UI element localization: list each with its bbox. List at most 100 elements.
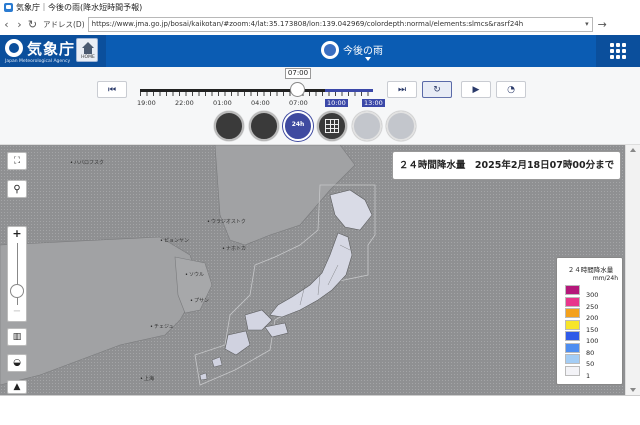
window-title: 気象庁｜今後の雨(降水短時間予報): [16, 2, 143, 12]
tick-label: 19:00: [137, 99, 156, 107]
legend-swatch: [565, 331, 580, 341]
layer-button-label: 24h: [291, 121, 305, 128]
locate-button[interactable]: ⚲: [7, 180, 27, 198]
map-layers-button[interactable]: ▥: [7, 328, 27, 346]
home-label: HOME: [81, 55, 95, 60]
refresh-icon: ↻: [433, 84, 441, 95]
legend-unit: mm/24h: [592, 275, 618, 282]
browser-window: 気象庁｜今後の雨(降水短時間予報) ‹ › ↻ アドレス(D) https://…: [0, 0, 640, 425]
map-label-city: ハバロフスク: [70, 159, 104, 166]
layer-button-grid[interactable]: [317, 111, 347, 141]
page-title[interactable]: 今後の雨: [343, 42, 383, 57]
zoom-in-button[interactable]: +: [8, 227, 26, 240]
fullscreen-button[interactable]: ⛶: [7, 152, 27, 170]
legend-value: 100: [586, 337, 599, 345]
map-icon: ▥: [12, 332, 22, 342]
logo-text[interactable]: 気象庁: [27, 38, 75, 59]
legend-swatch: [565, 285, 580, 295]
time-slider-handle[interactable]: [290, 82, 305, 97]
tick-label: 22:00: [175, 99, 194, 107]
legend-swatch: [565, 308, 580, 318]
home-button[interactable]: HOME: [76, 38, 98, 62]
layer-button-24h-rain[interactable]: 24h: [283, 111, 313, 141]
site-header: 気象庁 Japan Meteorological Agency HOME 今後の…: [0, 35, 640, 67]
back-button[interactable]: ‹: [0, 18, 13, 31]
mountain-icon: ▲: [13, 382, 21, 392]
legend-value: 150: [586, 325, 599, 334]
grid-icon: [325, 119, 339, 133]
legend-value: 200: [586, 314, 599, 322]
app-icon: [4, 2, 13, 12]
precipitation-map[interactable]: ハバロフスク ウラジオストク ピョンヤン ナホトカ ソウル プサン チェジュ 上…: [0, 145, 625, 395]
legend-value: 250: [586, 302, 599, 311]
logo-subtitle: Japan Meteorological Agency: [5, 59, 71, 64]
chevron-down-icon[interactable]: [365, 57, 371, 61]
terrain-button[interactable]: ▲: [7, 380, 27, 394]
legend-title: ２４時間降水量: [567, 266, 614, 274]
layer-button-snowfall: [386, 111, 416, 141]
last-frame-button[interactable]: ⏭: [387, 81, 417, 98]
status-bar: [0, 395, 640, 425]
location-pin-icon: ⚲: [13, 183, 21, 195]
rain-cloud-icon[interactable]: [321, 41, 339, 59]
drop-icon: ◒: [13, 358, 21, 368]
skip-start-icon: ⏮: [107, 84, 117, 95]
layer-button-rain-cloud[interactable]: [214, 111, 244, 141]
time-controls: ⏮ 07:00 19:00 22:00 01:00 04:00 07:00 10…: [0, 67, 640, 145]
legend-value: 80: [586, 348, 595, 357]
first-frame-button[interactable]: ⏮: [97, 81, 127, 98]
map-label-city: ソウル: [185, 271, 204, 278]
forward-button[interactable]: ›: [13, 18, 26, 31]
current-time-label: 07:00: [285, 68, 311, 79]
zoom-control[interactable]: + −: [7, 226, 27, 322]
zoom-out-button[interactable]: −: [8, 306, 26, 317]
vertical-scrollbar[interactable]: [625, 145, 640, 395]
legend-swatch: [565, 319, 580, 330]
play-icon: ▶: [472, 84, 480, 95]
scroll-down-icon[interactable]: [630, 388, 636, 392]
tick-label: 07:00: [289, 99, 308, 107]
address-bar: ‹ › ↻ アドレス(D) https://www.jma.go.jp/bosa…: [0, 14, 640, 35]
speed-button[interactable]: ◔: [496, 81, 526, 98]
layer-button-snow: [352, 111, 382, 141]
scroll-up-icon[interactable]: [630, 148, 636, 152]
legend-swatch: [565, 365, 580, 376]
menu-button[interactable]: [597, 35, 640, 67]
latest-button[interactable]: ↻: [422, 81, 452, 98]
reload-button[interactable]: ↻: [26, 18, 39, 31]
tick-label: 10:00: [325, 99, 348, 107]
jma-logo-icon[interactable]: [5, 39, 23, 57]
legend-value: 300: [586, 291, 599, 299]
url-dropdown-icon[interactable]: ▾: [585, 18, 589, 31]
map-label-city: プサン: [190, 297, 209, 304]
map-label-city: ピョンヤン: [160, 237, 189, 244]
slider-ticks: [140, 92, 373, 96]
map-label-city: チェジュ: [150, 323, 174, 330]
legend-swatch: [565, 296, 580, 307]
tick-label: 13:00: [362, 99, 385, 107]
grid-menu-icon: [610, 43, 626, 59]
window-title-bar: 気象庁｜今後の雨(降水短時間予報): [0, 0, 640, 14]
tick-label: 01:00: [213, 99, 232, 107]
map-label-city: ナホトカ: [222, 245, 246, 252]
legend-value: 1: [586, 371, 591, 380]
opacity-button[interactable]: ◒: [7, 354, 27, 372]
legend-swatch: [565, 342, 580, 353]
go-button[interactable]: →: [598, 18, 607, 31]
period-info-box: ２４時間降水量 2025年2月18日07時00分まで: [392, 151, 621, 180]
legend-value: 50: [586, 360, 595, 368]
map-label-city: ウラジオストク: [207, 218, 246, 225]
layer-button-rain[interactable]: [249, 111, 279, 141]
address-label: アドレス(D): [43, 20, 85, 29]
url-input[interactable]: https://www.jma.go.jp/bosai/kaikotan/#zo…: [87, 17, 593, 32]
play-button[interactable]: ▶: [461, 81, 491, 98]
map-geography: [0, 145, 376, 386]
legend-swatch: [565, 354, 580, 364]
precipitation-legend: ２４時間降水量 mm/24h 300 250 200 150 100 80 50 1: [556, 257, 623, 385]
url-text: https://www.jma.go.jp/bosai/kaikotan/#zo…: [91, 20, 524, 28]
map-label-city: 上海: [140, 375, 154, 382]
skip-end-icon: ⏭: [397, 84, 407, 95]
zoom-handle[interactable]: [10, 284, 24, 298]
speedometer-icon: ◔: [507, 84, 515, 95]
tick-label: 04:00: [251, 99, 270, 107]
